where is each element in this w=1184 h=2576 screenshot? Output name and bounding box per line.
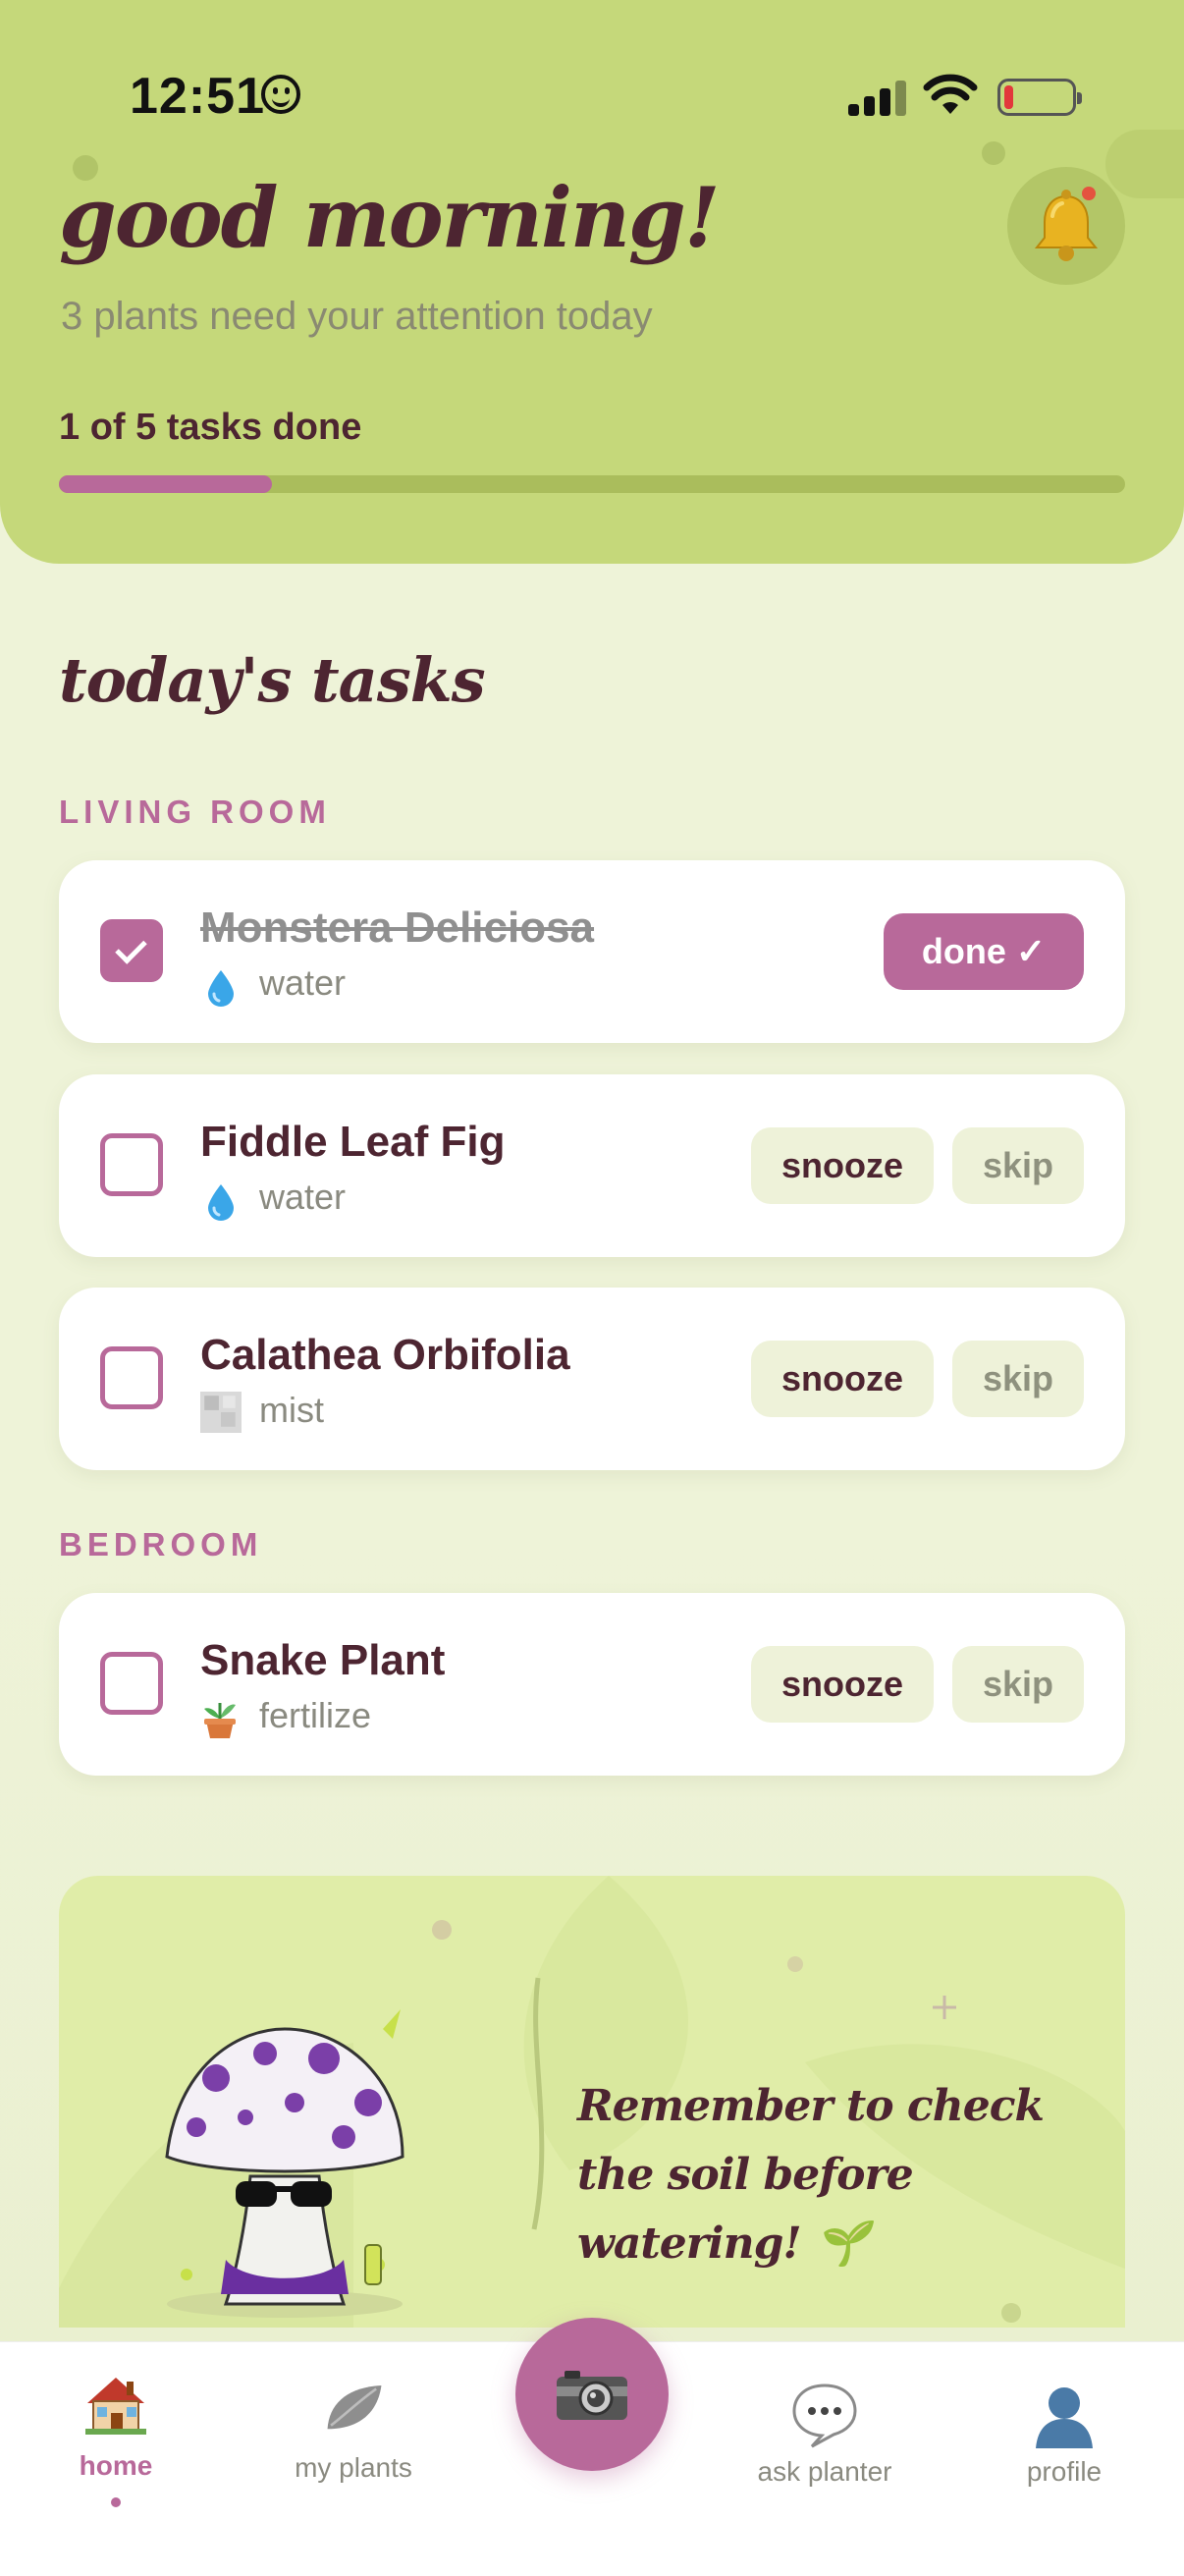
room-label-living-room: LIVING ROOM — [59, 794, 331, 830]
person-icon — [1036, 2387, 1093, 2448]
water-drop-icon — [208, 970, 234, 1007]
skip-button[interactable]: skip — [952, 1127, 1084, 1204]
task-card: Monstera Deliciosa water done ✓ — [59, 860, 1125, 1043]
snooze-button[interactable]: snooze — [751, 1646, 934, 1723]
snooze-button[interactable]: snooze — [751, 1127, 934, 1204]
task-checkbox[interactable] — [100, 919, 163, 982]
task-action: water — [259, 962, 347, 1003]
done-button[interactable]: done ✓ — [884, 913, 1084, 990]
tip-text: Remember to check the soil before wateri… — [577, 2081, 1045, 2269]
nav-label-home: home — [79, 2450, 153, 2481]
nav-label-profile: profile — [1026, 2456, 1103, 2487]
skip-button[interactable]: skip — [952, 1341, 1084, 1417]
task-action: water — [259, 1177, 347, 1217]
task-action: fertilize — [259, 1695, 372, 1735]
notifications-button[interactable] — [1007, 167, 1125, 285]
header: 12:51 good morning! 3 plants need your a… — [0, 0, 1184, 564]
skip-button[interactable]: skip — [952, 1646, 1084, 1723]
nav-item-ask-planter[interactable]: ask planter — [727, 2342, 923, 2539]
task-checkbox[interactable] — [100, 1346, 163, 1409]
wifi-icon — [923, 74, 978, 114]
greeting-subtitle: 3 plants need your attention today — [61, 295, 653, 338]
task-card: Fiddle Leaf Fig water snooze skip — [59, 1074, 1125, 1257]
nav-label-ask-planter: ask planter — [757, 2456, 892, 2487]
status-time: 12:51 — [130, 68, 265, 125]
progress-fill — [59, 475, 273, 493]
task-card: Snake Plant fertilize snooze skip — [59, 1593, 1125, 1776]
plant-name: Fiddle Leaf Fig — [200, 1118, 506, 1166]
mushroom-mascot-illustration — [165, 2009, 404, 2318]
task-checkbox[interactable] — [100, 1133, 163, 1196]
task-checkbox[interactable] — [100, 1652, 163, 1715]
house-icon — [85, 2378, 146, 2435]
battery-icon — [997, 79, 1082, 116]
progress-label: 1 of 5 tasks done — [59, 407, 362, 448]
mist-icon — [200, 1392, 242, 1433]
progress-bar — [59, 475, 1125, 493]
plant-name: Monstera Deliciosa — [200, 904, 595, 952]
nav-item-my-plants[interactable]: my plants — [255, 2342, 452, 2539]
cellular-signal-icon — [848, 79, 907, 116]
speech-bubble-icon — [792, 2384, 857, 2448]
camera-icon — [557, 2371, 627, 2420]
room-label-bedroom: BEDROOM — [59, 1526, 263, 1562]
greeting-title: good morning! — [59, 169, 721, 266]
nav-label-my-plants: my plants — [295, 2452, 412, 2483]
leaf-icon — [327, 2384, 382, 2430]
task-card: Calathea Orbifolia mist snooze skip — [59, 1288, 1125, 1470]
plant-name: Snake Plant — [200, 1636, 446, 1684]
plant-name: Calathea Orbifolia — [200, 1331, 570, 1379]
nav-item-profile[interactable]: profile — [966, 2342, 1162, 2539]
decorative-dot — [982, 141, 1005, 165]
task-action: mist — [259, 1390, 324, 1430]
bell-icon — [1034, 190, 1099, 261]
active-indicator — [111, 2497, 121, 2507]
notification-badge — [1082, 187, 1096, 200]
nav-item-home[interactable]: home — [18, 2342, 214, 2539]
potted-plant-icon — [204, 1703, 236, 1738]
camera-button[interactable] — [515, 2318, 669, 2471]
water-drop-icon — [208, 1184, 234, 1221]
section-title: today's tasks — [59, 644, 486, 716]
tip-card: Remember to check the soil before wateri… — [59, 1876, 1125, 2328]
snooze-button[interactable]: snooze — [751, 1341, 934, 1417]
smiley-icon — [261, 75, 300, 114]
